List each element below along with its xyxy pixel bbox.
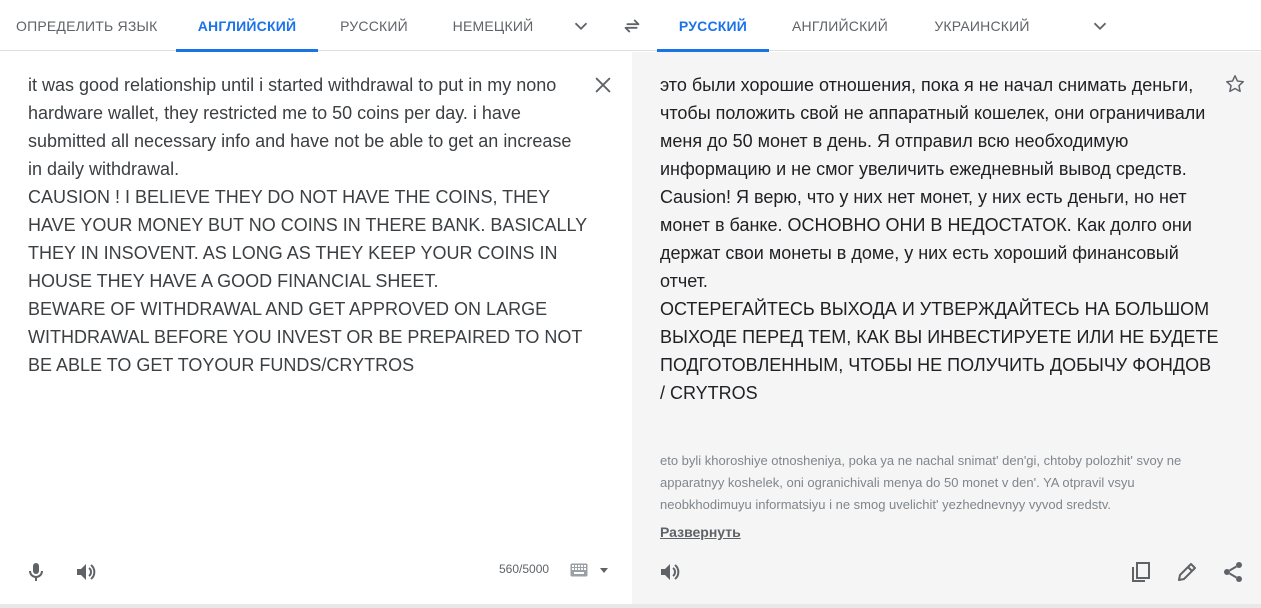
copy-icon[interactable]	[1129, 560, 1153, 584]
tab-target-english[interactable]: АНГЛИЙСКИЙ	[780, 0, 900, 51]
speaker-icon[interactable]	[74, 560, 98, 584]
tab-target-russian[interactable]: РУССКИЙ	[657, 0, 769, 52]
tab-detect-language[interactable]: ОПРЕДЕЛИТЬ ЯЗЫК	[16, 0, 157, 51]
tab-source-german[interactable]: НЕМЕЦКИЙ	[440, 0, 546, 51]
close-icon[interactable]	[592, 74, 614, 96]
card-shadow	[0, 604, 1261, 608]
tab-target-ukrainian[interactable]: УКРАИНСКИЙ	[922, 0, 1042, 51]
speaker-icon[interactable]	[658, 560, 682, 584]
pencil-icon[interactable]	[1175, 560, 1199, 584]
keyboard-icon[interactable]	[570, 563, 588, 577]
tab-source-russian[interactable]: РУССКИЙ	[330, 0, 418, 51]
transliteration-text: eto byli khoroshiye otnosheniya, poka ya…	[660, 453, 1182, 512]
chevron-down-icon[interactable]	[1089, 15, 1111, 37]
chevron-down-icon[interactable]	[570, 15, 592, 37]
microphone-icon[interactable]	[24, 560, 48, 584]
expand-link[interactable]: Развернуть	[660, 524, 741, 540]
language-tab-bar: ОПРЕДЕЛИТЬ ЯЗЫК АНГЛИЙСКИЙ РУССКИЙ НЕМЕЦ…	[0, 0, 1261, 52]
keyboard-dropdown-icon[interactable]	[599, 565, 609, 575]
character-count: 560/5000	[499, 562, 550, 576]
star-icon[interactable]	[1224, 73, 1246, 95]
share-icon[interactable]	[1221, 560, 1245, 584]
target-pane: это были хорошие отношения, пока я не на…	[632, 52, 1261, 605]
swap-arrows-icon[interactable]	[621, 15, 643, 37]
source-pane: it was good relationship until i started…	[0, 52, 632, 605]
translation-output: это были хорошие отношения, пока я не на…	[660, 75, 1219, 403]
source-text-input[interactable]: it was good relationship until i started…	[28, 71, 588, 379]
tab-source-english[interactable]: АНГЛИЙСКИЙ	[176, 0, 318, 52]
